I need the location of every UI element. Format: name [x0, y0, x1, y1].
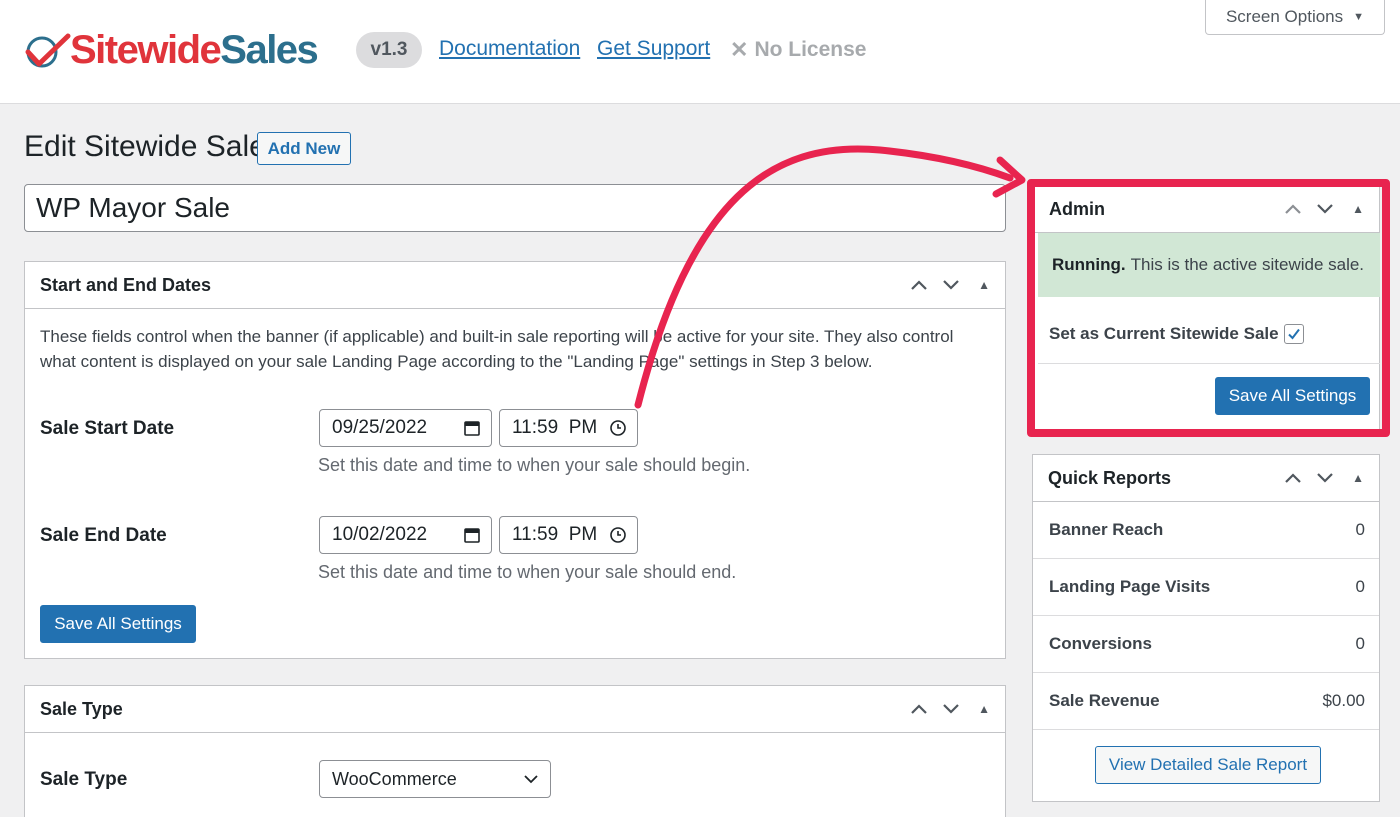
start-date-input[interactable]: 09/25/2022: [319, 409, 492, 447]
start-time-value: 11:59 PM: [512, 417, 598, 438]
add-new-button[interactable]: Add New: [257, 132, 351, 165]
screen-options-button[interactable]: Screen Options ▼: [1205, 0, 1385, 35]
report-label: Conversions: [1049, 634, 1152, 653]
dates-postbox-header: Start and End Dates ▲: [25, 262, 1005, 309]
running-status-text: This is the active sitewide sale.: [1130, 255, 1365, 274]
report-row-landing-page-visits: Landing Page Visits 0: [1033, 559, 1379, 616]
view-detailed-report-button[interactable]: View Detailed Sale Report: [1095, 746, 1321, 784]
report-row-banner-reach: Banner Reach 0: [1033, 502, 1379, 559]
start-time-input[interactable]: 11:59 PM: [499, 409, 638, 447]
admin-postbox-header: Admin ▲: [1034, 186, 1379, 233]
toggle-icon[interactable]: ▲: [1352, 471, 1364, 485]
license-status-text: No License: [754, 38, 867, 61]
quick-reports-title: Quick Reports: [1048, 467, 1172, 488]
sale-type-select[interactable]: WooCommerce: [319, 760, 551, 798]
chevron-down-icon[interactable]: [942, 703, 960, 715]
close-icon: ✕: [730, 37, 749, 62]
report-value: $0.00: [1322, 691, 1365, 710]
checkbox-check-icon: [1287, 328, 1300, 340]
running-status-bold: Running.: [1052, 255, 1126, 274]
version-badge: v1.3: [356, 32, 422, 68]
dates-postbox-title: Start and End Dates: [40, 274, 212, 295]
license-status: ✕ No License: [730, 37, 866, 63]
report-value: 0: [1355, 577, 1365, 596]
checkmark-logo-icon: [25, 33, 71, 68]
end-date-input[interactable]: 10/02/2022: [319, 516, 492, 554]
chevron-up-icon[interactable]: [1284, 472, 1302, 484]
sale-start-date-label: Sale Start Date: [40, 418, 175, 439]
end-date-value: 10/02/2022: [332, 524, 428, 545]
chevron-down-icon: [524, 775, 538, 784]
page-title: Edit Sitewide Sale: [24, 130, 266, 163]
running-status-notice: Running. This is the active sitewide sal…: [1038, 233, 1380, 297]
sale-type-postbox-header: Sale Type ▲: [25, 686, 1005, 733]
chevron-up-icon[interactable]: [910, 703, 928, 715]
sale-end-date-label: Sale End Date: [40, 525, 167, 546]
start-date-value: 09/25/2022: [332, 417, 428, 438]
report-row-conversions: Conversions 0: [1033, 616, 1379, 673]
sale-type-selected: WooCommerce: [332, 768, 457, 789]
set-current-checkbox[interactable]: [1283, 324, 1304, 344]
chevron-up-icon[interactable]: [1284, 203, 1302, 215]
dates-description: These fields control when the banner (if…: [40, 327, 954, 371]
logo-text-sales: Sales: [220, 28, 319, 72]
report-value: 0: [1355, 520, 1365, 539]
admin-save-button[interactable]: Save All Settings: [1215, 377, 1370, 415]
dates-save-button[interactable]: Save All Settings: [40, 605, 196, 643]
end-time-input[interactable]: 11:59 PM: [499, 516, 638, 554]
chevron-down-icon[interactable]: [1316, 203, 1334, 215]
clock-icon[interactable]: [609, 419, 627, 437]
postbox-controls: ▲: [1284, 471, 1364, 485]
clock-icon[interactable]: [609, 526, 627, 544]
set-current-label: Set as Current Sitewide Sale: [1049, 324, 1279, 343]
toggle-icon[interactable]: ▲: [978, 278, 990, 292]
logo-text-sitewide: Sitewide: [70, 28, 222, 72]
caret-down-icon: ▼: [1353, 11, 1365, 23]
chevron-down-icon[interactable]: [942, 279, 960, 291]
sale-title-input[interactable]: WP Mayor Sale: [24, 184, 1006, 232]
set-current-row: Set as Current Sitewide Sale: [1049, 324, 1304, 344]
toggle-icon[interactable]: ▲: [978, 702, 990, 716]
screen-options-label: Screen Options: [1225, 7, 1344, 26]
end-time-value: 11:59 PM: [512, 524, 598, 545]
report-label: Landing Page Visits: [1049, 577, 1211, 596]
calendar-icon[interactable]: [463, 526, 481, 544]
report-row-sale-revenue: Sale Revenue $0.00: [1033, 673, 1379, 730]
chevron-down-icon[interactable]: [1316, 472, 1334, 484]
report-value: 0: [1355, 634, 1365, 653]
sale-type-postbox-title: Sale Type: [40, 698, 123, 719]
end-date-hint: Set this date and time to when your sale…: [318, 562, 737, 582]
top-header: SitewideSales v1.3 Documentation Get Sup…: [0, 0, 1400, 104]
quick-reports-header: Quick Reports ▲: [1033, 455, 1379, 502]
get-support-link[interactable]: Get Support: [597, 37, 710, 61]
toggle-icon[interactable]: ▲: [1352, 202, 1364, 216]
report-label: Sale Revenue: [1049, 691, 1160, 710]
sale-type-label: Sale Type: [40, 769, 128, 790]
admin-postbox-title: Admin: [1049, 198, 1105, 219]
report-label: Banner Reach: [1049, 520, 1164, 539]
chevron-up-icon[interactable]: [910, 279, 928, 291]
calendar-icon[interactable]: [463, 419, 481, 437]
sitewide-sales-logo: SitewideSales: [22, 28, 319, 72]
postbox-controls: ▲: [910, 702, 990, 716]
postbox-controls: ▲: [910, 278, 990, 292]
documentation-link[interactable]: Documentation: [439, 37, 580, 61]
divider: [1038, 363, 1380, 364]
postbox-controls: ▲: [1284, 202, 1364, 216]
start-date-hint: Set this date and time to when your sale…: [318, 455, 751, 475]
